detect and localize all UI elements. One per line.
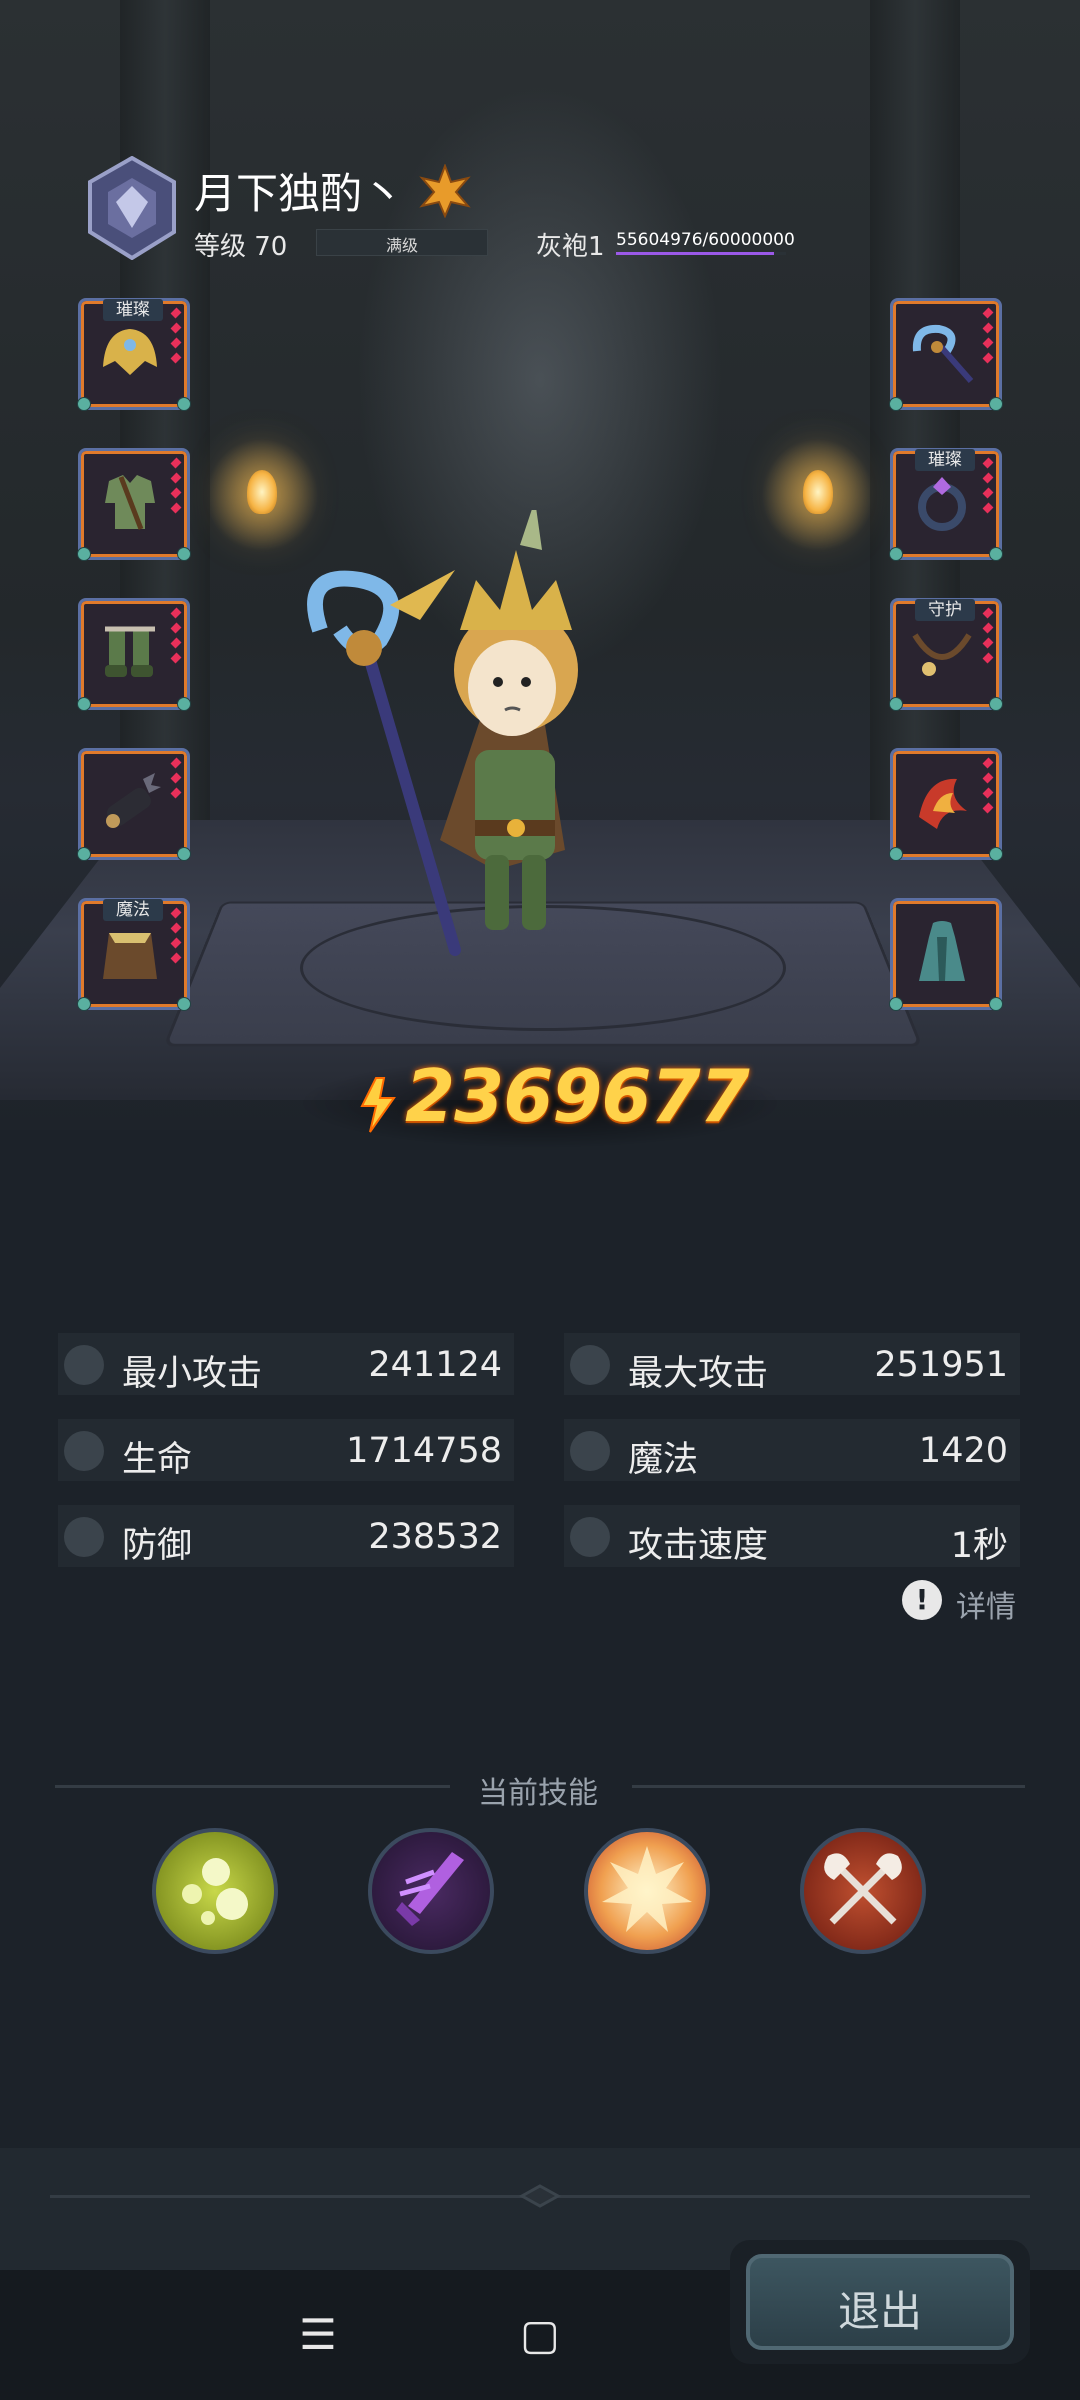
menu-icon[interactable]: ☰ <box>288 2310 348 2360</box>
level-progress-bar: 满级 <box>316 229 488 256</box>
slot-tag: 守护 <box>915 599 975 621</box>
gem-sockets <box>982 307 994 367</box>
slot-tag: 璀璨 <box>915 449 975 471</box>
armor-icon <box>105 475 155 530</box>
explosion-skill[interactable] <box>584 1828 710 1954</box>
flame-emblem-icon <box>919 778 967 829</box>
stat-health: 生命 1714758 <box>58 1419 514 1481</box>
exit-button[interactable]: 退出 <box>730 2240 1030 2364</box>
wall-lamp-left <box>247 470 277 514</box>
stat-max-attack: 最大攻击 251951 <box>564 1333 1020 1395</box>
stat-value: 1秒 <box>950 1526 1008 1566</box>
stat-defense: 防御 238532 <box>58 1505 514 1567</box>
crossed-axes-icon <box>824 1853 902 1925</box>
gem-sockets <box>170 457 182 517</box>
pillar-right <box>870 0 960 860</box>
gem-sockets <box>170 307 182 367</box>
stat-value: 241124 <box>368 1345 502 1385</box>
exit-label: 退出 <box>837 2287 922 2336</box>
divider-right <box>632 1785 1025 1788</box>
slot-tag: 璀璨 <box>103 299 163 321</box>
gem-sockets <box>982 457 994 517</box>
stat-value: 1420 <box>918 1431 1008 1471</box>
equip-slot-boots[interactable] <box>77 598 191 711</box>
combat-power-value: 2369677 <box>405 1054 750 1138</box>
info-icon: ! <box>902 1580 942 1620</box>
equip-slot-helmet[interactable]: 璀璨 <box>77 298 191 411</box>
equip-slot-weapon[interactable] <box>889 298 1003 411</box>
wall-lamp-right <box>803 470 833 514</box>
equip-slot-ring[interactable]: 璀璨 <box>889 448 1003 561</box>
speed-icon <box>570 1517 610 1557</box>
stat-value: 238532 <box>368 1517 502 1557</box>
shield-icon <box>64 1517 104 1557</box>
cloak-icon <box>103 933 157 979</box>
helmet-icon <box>103 329 157 375</box>
ring-icon <box>918 477 966 531</box>
skills-title: 当前技能 <box>478 1776 598 1811</box>
robe-icon <box>919 921 965 981</box>
gem-sockets <box>982 607 994 667</box>
player-name: 月下独酌丶 <box>194 169 405 218</box>
pillar-left <box>120 0 210 860</box>
stat-label: 攻击速度 <box>628 1526 769 1566</box>
exit-button-face: 退出 <box>746 2254 1014 2350</box>
home-icon[interactable]: ▢ <box>510 2310 570 2360</box>
hero-character[interactable] <box>280 510 680 980</box>
stat-magic: 魔法 1420 <box>564 1419 1020 1481</box>
necklace-icon <box>912 633 972 676</box>
level-label: 等级 70 <box>194 232 288 262</box>
gem-sockets <box>170 907 182 967</box>
stat-attack-speed: 攻击速度 1秒 <box>564 1505 1020 1567</box>
equip-slot-robe[interactable] <box>889 898 1003 1011</box>
boots-icon <box>105 626 155 677</box>
stat-value: 1714758 <box>346 1431 502 1471</box>
equip-slot-emblem[interactable] <box>889 748 1003 861</box>
stat-label: 最大攻击 <box>628 1354 769 1394</box>
combat-power-icon <box>360 1077 396 1133</box>
gem-sockets <box>170 757 182 802</box>
stat-min-attack: 最小攻击 241124 <box>58 1333 514 1395</box>
xp-text: 55604976/60000000 <box>616 230 795 250</box>
equip-slot-gloves[interactable] <box>77 748 191 861</box>
dagger-icon <box>396 1852 464 1926</box>
stat-label: 生命 <box>122 1440 193 1480</box>
equip-slot-cloak[interactable]: 魔法 <box>77 898 191 1011</box>
stat-value: 251951 <box>874 1345 1008 1385</box>
gem-sockets <box>982 757 994 817</box>
equip-slot-armor[interactable] <box>77 448 191 561</box>
sword-icon <box>64 1345 104 1385</box>
shadow-blade-skill[interactable] <box>368 1828 494 1954</box>
rank-emblem-icon[interactable] <box>82 156 182 260</box>
rank-label: 灰袍1 <box>536 232 605 262</box>
explosion-icon <box>602 1846 692 1932</box>
bubbles-icon <box>182 1858 248 1925</box>
heart-icon <box>64 1431 104 1471</box>
stat-label: 魔法 <box>628 1440 699 1480</box>
equip-slot-necklace[interactable]: 守护 <box>889 598 1003 711</box>
gloves-icon <box>106 773 161 828</box>
title-badge-icon[interactable] <box>418 164 472 218</box>
max-level-text: 满级 <box>385 236 418 255</box>
stat-label: 防御 <box>122 1526 193 1566</box>
details-label: 详情 <box>956 1590 1016 1625</box>
stat-label: 最小攻击 <box>122 1354 263 1394</box>
slot-tag: 魔法 <box>103 899 163 921</box>
ornament-icon <box>518 2184 562 2208</box>
xp-progress-bar <box>616 252 786 255</box>
divider-left <box>55 1785 450 1788</box>
xp-progress-fill <box>616 252 774 255</box>
sword-icon <box>570 1345 610 1385</box>
crossed-axes-skill[interactable] <box>800 1828 926 1954</box>
magic-icon <box>570 1431 610 1471</box>
poison-bubbles-skill[interactable] <box>152 1828 278 1954</box>
staff-icon <box>912 324 974 383</box>
gem-sockets <box>170 607 182 667</box>
